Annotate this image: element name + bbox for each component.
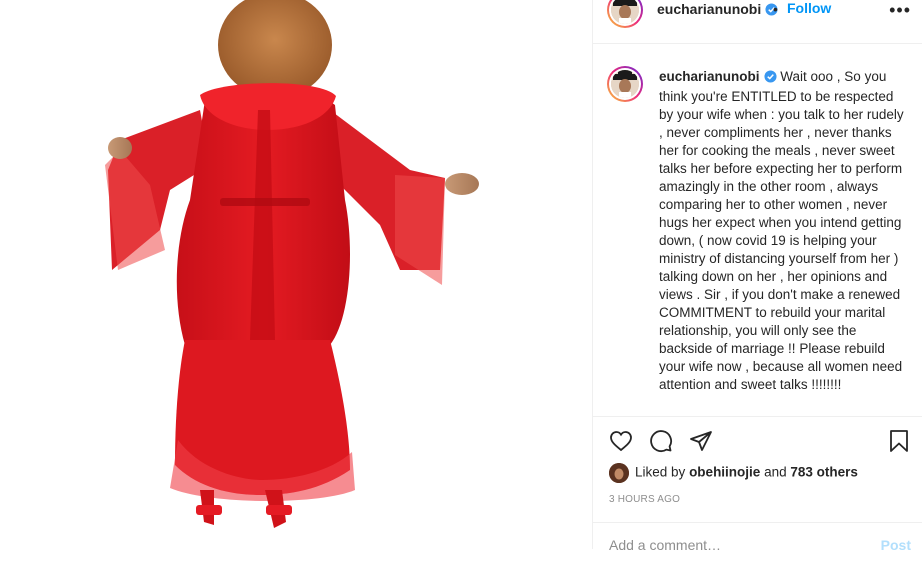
liker-avatar[interactable] [609, 463, 629, 483]
verified-badge-icon [763, 70, 777, 88]
woman-red-dress-image [105, 0, 479, 528]
heart-icon[interactable] [609, 429, 633, 458]
likes-summary: Liked by obehiinojie and 783 others [609, 463, 858, 485]
liker-avatar-icon [609, 463, 629, 483]
separator-dot: • [773, 1, 778, 17]
bookmark-icon[interactable] [887, 429, 911, 458]
post-caption: eucharianunobi Wait ooo , So you think y… [659, 68, 909, 394]
likes-prefix: Liked by [635, 464, 686, 480]
comment-bar: Post [593, 522, 922, 572]
post-timestamp[interactable]: 3 HOURS AGO [609, 494, 680, 505]
comment-icon[interactable] [649, 429, 673, 458]
post-photo[interactable] [0, 0, 592, 549]
caption-area: eucharianunobi Wait ooo , So you think y… [593, 44, 922, 417]
share-icon[interactable] [689, 429, 713, 458]
more-options-button[interactable]: ••• [889, 0, 911, 21]
post-header: eucharianunobi • Follow ••• [593, 0, 922, 44]
caption-username[interactable]: eucharianunobi [659, 69, 760, 84]
caption-author-avatar[interactable] [607, 66, 643, 102]
post-actions [593, 417, 922, 463]
post-comment-button[interactable]: Post [881, 537, 911, 553]
likes-others-count[interactable]: 783 others [790, 465, 858, 480]
avatar-portrait-icon [611, 0, 639, 24]
avatar-portrait-icon [611, 70, 639, 98]
comment-input[interactable] [609, 537, 859, 553]
liker-username[interactable]: obehiinojie [689, 465, 760, 480]
author-username[interactable]: eucharianunobi [657, 1, 778, 19]
likes-joiner: and [764, 464, 787, 480]
caption-text: Wait ooo , So you think you're ENTITLED … [659, 69, 908, 392]
post-side-panel: eucharianunobi • Follow ••• eucharianuno… [592, 0, 922, 553]
follow-button[interactable]: Follow [787, 0, 831, 16]
author-username-text[interactable]: eucharianunobi [657, 1, 761, 17]
author-avatar[interactable] [607, 0, 643, 28]
